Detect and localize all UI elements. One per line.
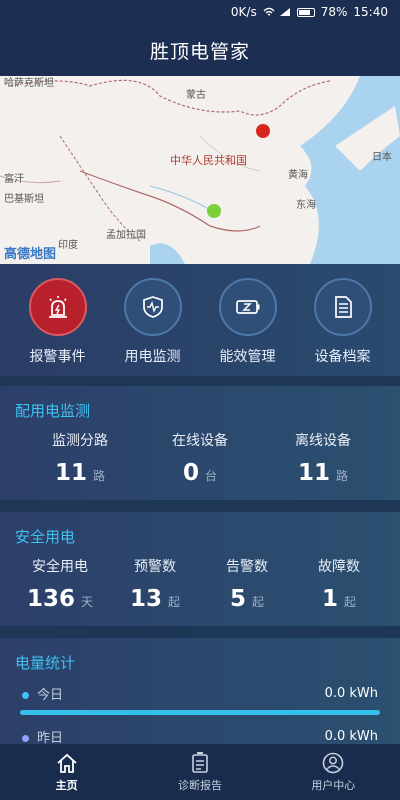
energy-value: 0.0 kWh [324,729,378,744]
stat-monitored-circuits: 监测分路 11 路 [25,430,135,486]
stat-value: 11 [297,460,330,486]
map-marker-red[interactable] [256,124,270,138]
app-title-bar: 胜顶电管家 [0,24,400,76]
energy-bar-today [20,710,380,715]
nav-user-center[interactable]: 用户中心 [273,752,393,793]
stat-label: 离线设备 [295,433,351,449]
device-records-label: 设备档案 [314,349,371,365]
stat-label: 告警数 [226,559,268,575]
distribution-monitoring-card[interactable]: 配用电监测 监测分路 11 路 在线设备 0台 离线设备 11 路 [0,386,400,500]
stat-value: 5 [229,586,246,612]
stat-value: 11 [54,460,87,486]
stat-unit: 起 [168,595,181,609]
stat-value: 0 [182,460,199,486]
alarm-siren-icon [28,278,87,336]
map-label-mongolia: 蒙古 [186,90,206,101]
clock: 15:40 [353,5,388,19]
section-title-energy: 电量统计 [15,654,76,672]
nav-home[interactable]: 主页 [7,752,127,793]
stat-unit: 天 [81,595,94,609]
stat-unit: 路 [336,469,349,483]
document-icon [313,278,372,336]
stat-safe-days: 安全用电 136 天 [10,556,110,612]
section-title-distribution: 配用电监测 [15,402,91,420]
nav-home-label: 主页 [55,778,78,792]
power-monitoring-button[interactable]: 用电监测 [109,278,197,376]
map-marker-green[interactable] [207,204,221,218]
legend-dot [22,692,29,699]
stat-label: 监测分路 [52,433,108,449]
map-label-bangladesh: 孟加拉国 [106,230,146,241]
stat-faults: 故障数 1起 [294,556,384,612]
legend-dot [22,735,29,742]
nav-user-center-label: 用户中心 [311,778,356,792]
safety-card[interactable]: 安全用电 安全用电 136 天 预警数 13 起 告警数 5起 故障数 1起 [0,512,400,626]
stat-label: 故障数 [318,559,360,575]
user-icon [323,752,344,773]
map-label-afghanistan: 富汗 [4,174,24,185]
device-records-button[interactable]: 设备档案 [299,278,387,376]
signal-icon [279,8,290,16]
stat-online-devices: 在线设备 0台 [145,430,255,486]
battery-efficiency-icon [218,278,277,336]
map-label-pakistan: 巴基斯坦 [4,194,44,205]
energy-statistics-card[interactable]: 电量统计 今日 0.0 kWh 昨日 0.0 kWh [0,638,400,746]
energy-label: 今日 [37,688,64,703]
map-label-east-sea: 东海 [296,200,316,211]
map-label-china: 中华人民共和国 [170,154,247,167]
map-label-japan: 日本 [372,152,392,163]
report-icon [192,751,208,773]
quick-actions: 报警事件 用电监测 能效管理 设备档案 [0,264,400,376]
stat-unit: 起 [252,595,265,609]
alarm-events-label: 报警事件 [29,349,86,365]
map-label-india: 印度 [58,240,78,251]
stat-offline-devices: 离线设备 11 路 [268,430,378,486]
stat-label: 在线设备 [172,433,228,449]
efficiency-management-button[interactable]: 能效管理 [204,278,292,376]
home-icon [57,753,77,773]
wifi-icon [263,7,275,16]
stat-value: 13 [129,586,162,612]
alarm-events-button[interactable]: 报警事件 [14,278,102,376]
stat-warnings: 预警数 13 起 [110,556,200,612]
status-bar: 0K/s 78% 15:40 [0,0,400,24]
stat-alarms: 告警数 5起 [202,556,292,612]
energy-row-today: 今日 0.0 kWh [22,684,378,703]
stat-value: 136 [26,586,75,612]
status-icons [263,7,291,17]
stat-unit: 起 [344,595,357,609]
shield-monitor-icon [123,278,182,336]
nav-diagnostic-report-label: 诊断报告 [177,778,222,792]
efficiency-management-label: 能效管理 [219,349,276,365]
nav-diagnostic-report[interactable]: 诊断报告 [140,751,260,793]
network-speed: 0K/s [230,5,257,19]
stat-unit: 台 [205,469,218,483]
bottom-navigation: 主页 诊断报告 用户中心 [0,744,400,800]
section-title-safety: 安全用电 [15,528,76,546]
stat-unit: 路 [93,469,106,483]
battery-icon [296,7,315,17]
map-logo: 高德地图 [4,247,57,262]
page-title: 胜顶电管家 [149,40,250,63]
map-view[interactable]: 蒙古 中华人民共和国 日本 黄海 东海 印度 孟加拉国 巴基斯坦 富汗 哈萨克斯… [0,76,400,264]
stat-value: 1 [321,586,338,612]
map-label-kazakhstan: 哈萨克斯坦 [4,78,54,89]
stat-label: 安全用电 [32,559,88,575]
power-monitoring-label: 用电监测 [124,349,181,365]
energy-value: 0.0 kWh [324,686,378,701]
battery-percent: 78% [320,5,348,19]
map-label-yellow-sea: 黄海 [288,170,308,181]
stat-label: 预警数 [134,559,176,575]
